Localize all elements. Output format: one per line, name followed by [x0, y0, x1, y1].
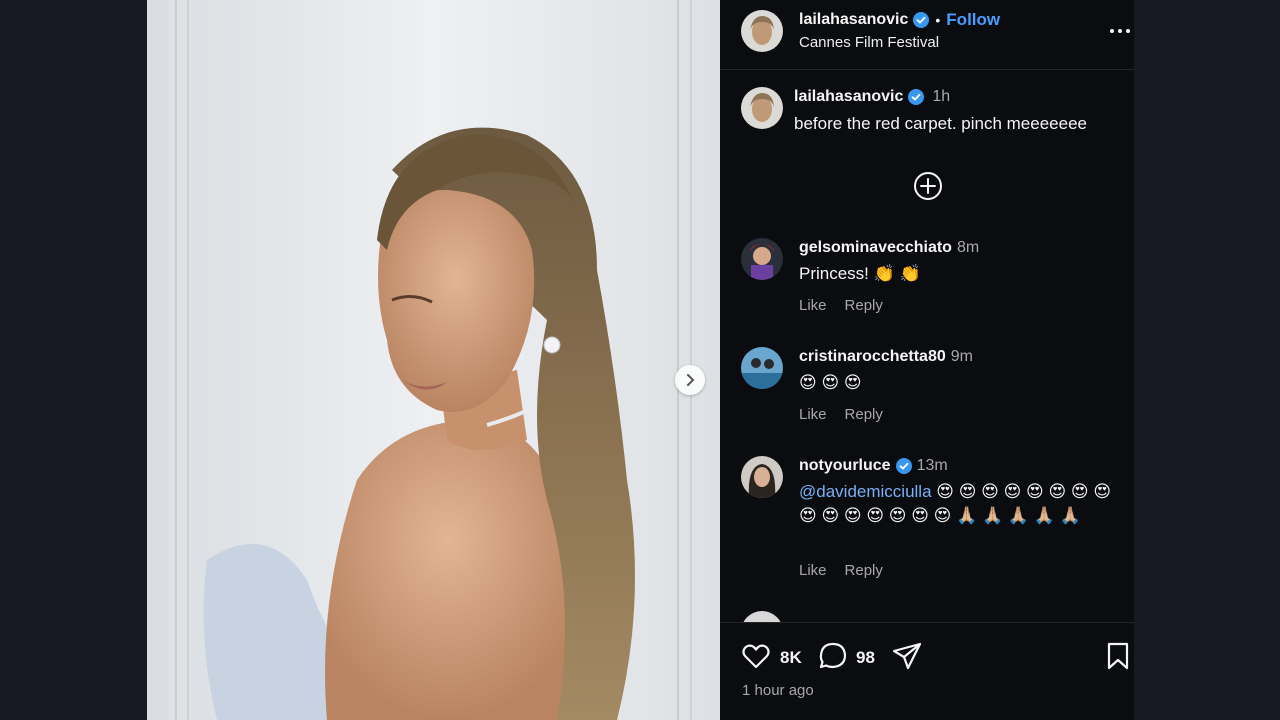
post-side-panel: lailahasanovic • Follow Cannes Film Fest…	[720, 0, 1134, 720]
avatar-image	[741, 10, 783, 52]
verified-badge-icon	[895, 458, 912, 474]
comment-header: notyourluce 13m	[799, 456, 948, 476]
comment-time[interactable]: 13m	[917, 457, 948, 475]
commenter-avatar[interactable]	[741, 611, 783, 622]
commenter-username[interactable]: gelsominavecchiato	[799, 239, 952, 257]
add-circle-icon[interactable]	[912, 170, 944, 202]
avatar-image	[741, 611, 783, 622]
comment-actions: Like Reply	[799, 406, 883, 423]
comment-text: Princess! 👏 👏	[799, 264, 921, 283]
post-location[interactable]: Cannes Film Festival	[799, 34, 939, 51]
like-comment-button[interactable]: Like	[799, 297, 827, 314]
like-comment-button[interactable]: Like	[799, 562, 827, 579]
avatar-image	[741, 238, 783, 280]
separator-dot: •	[935, 12, 941, 28]
commenter-avatar[interactable]	[741, 347, 783, 389]
comment-actions: Like Reply	[799, 297, 883, 314]
portrait-photo	[147, 0, 720, 720]
comment-actions: Like Reply	[799, 562, 883, 579]
caption-author-avatar[interactable]	[741, 87, 783, 129]
likes-count[interactable]: 8K	[780, 648, 802, 668]
reply-comment-button[interactable]: Reply	[845, 297, 883, 314]
post-header: lailahasanovic • Follow Cannes Film Fest…	[720, 0, 1134, 70]
paper-plane-icon[interactable]	[891, 640, 923, 672]
commenter-avatar[interactable]	[741, 456, 783, 498]
like-comment-button[interactable]: Like	[799, 406, 827, 423]
bookmark-icon[interactable]	[1104, 641, 1132, 671]
comment-text: 😍 😍 😍	[799, 373, 862, 392]
reply-comment-button[interactable]: Reply	[845, 562, 883, 579]
caption-text: before the red carpet. pinch meeeeeee	[794, 114, 1087, 133]
comment-text-block: @davidemicciulla 😍 😍 😍 😍 😍 😍 😍 😍 😍 😍 😍 😍…	[799, 480, 1119, 528]
commenter-username[interactable]: cristinarocchetta80	[799, 348, 946, 366]
author-username[interactable]: lailahasanovic	[799, 11, 908, 29]
commenter-username[interactable]: notyourluce	[799, 457, 891, 475]
header-name-row: lailahasanovic • Follow	[799, 10, 1000, 30]
comments-count[interactable]: 98	[856, 648, 875, 668]
commenter-avatar[interactable]	[741, 238, 783, 280]
next-image-button[interactable]	[675, 365, 705, 395]
comment-time[interactable]: 8m	[957, 239, 979, 257]
avatar-image	[741, 456, 783, 498]
comment-header: gelsominavecchiato 8m	[799, 238, 979, 258]
comments-section[interactable]: lailahasanovic 1h before the red carpet.…	[720, 71, 1134, 622]
avatar-image	[741, 87, 783, 129]
heart-icon[interactable]	[740, 640, 772, 672]
caption-time[interactable]: 1h	[932, 88, 950, 106]
comment-header: cristinarocchetta80 9m	[799, 347, 973, 367]
caption-author[interactable]: lailahasanovic	[794, 88, 903, 106]
mention-link[interactable]: @davidemicciulla	[799, 482, 932, 501]
avatar-image	[741, 347, 783, 389]
chevron-right-icon	[687, 374, 695, 386]
comment-time[interactable]: 9m	[951, 348, 973, 366]
verified-badge-icon	[908, 89, 925, 105]
caption-header: lailahasanovic 1h	[794, 88, 950, 106]
follow-button[interactable]: Follow	[946, 10, 1000, 30]
post-image	[147, 0, 720, 720]
reply-comment-button[interactable]: Reply	[845, 406, 883, 423]
comment-bubble-icon[interactable]	[817, 640, 849, 672]
verified-badge-icon	[913, 12, 930, 28]
post-time-ago[interactable]: 1 hour ago	[742, 682, 814, 699]
post-actions-bar	[720, 622, 1134, 720]
more-options-icon[interactable]	[1108, 21, 1132, 41]
author-avatar[interactable]	[741, 10, 783, 52]
